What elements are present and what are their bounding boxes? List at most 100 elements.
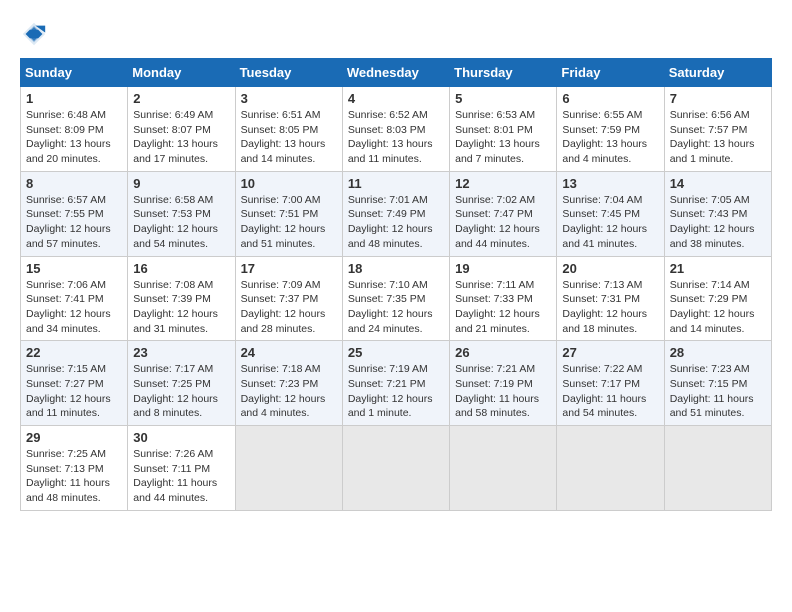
day-number: 29 [26, 430, 122, 445]
calendar-header-row: SundayMondayTuesdayWednesdayThursdayFrid… [21, 59, 772, 87]
calendar-cell: 20 Sunrise: 7:13 AMSunset: 7:31 PMDayligh… [557, 256, 664, 341]
calendar-week-row: 22 Sunrise: 7:15 AMSunset: 7:27 PMDayligh… [21, 341, 772, 426]
calendar-cell: 18 Sunrise: 7:10 AMSunset: 7:35 PMDayligh… [342, 256, 449, 341]
day-number: 15 [26, 261, 122, 276]
calendar-cell [235, 426, 342, 511]
day-info: Sunrise: 7:00 AMSunset: 7:51 PMDaylight:… [241, 193, 337, 252]
day-number: 7 [670, 91, 766, 106]
day-number: 26 [455, 345, 551, 360]
day-number: 12 [455, 176, 551, 191]
calendar-cell [450, 426, 557, 511]
calendar-cell: 16 Sunrise: 7:08 AMSunset: 7:39 PMDayligh… [128, 256, 235, 341]
day-info: Sunrise: 7:15 AMSunset: 7:27 PMDaylight:… [26, 362, 122, 421]
day-info: Sunrise: 7:10 AMSunset: 7:35 PMDaylight:… [348, 278, 444, 337]
day-number: 22 [26, 345, 122, 360]
day-info: Sunrise: 6:57 AMSunset: 7:55 PMDaylight:… [26, 193, 122, 252]
day-number: 17 [241, 261, 337, 276]
logo [20, 20, 52, 48]
day-info: Sunrise: 7:01 AMSunset: 7:49 PMDaylight:… [348, 193, 444, 252]
calendar-cell: 7 Sunrise: 6:56 AMSunset: 7:57 PMDaylight… [664, 87, 771, 172]
day-info: Sunrise: 7:04 AMSunset: 7:45 PMDaylight:… [562, 193, 658, 252]
calendar-cell: 22 Sunrise: 7:15 AMSunset: 7:27 PMDayligh… [21, 341, 128, 426]
calendar-header-tuesday: Tuesday [235, 59, 342, 87]
day-number: 21 [670, 261, 766, 276]
day-number: 25 [348, 345, 444, 360]
calendar-cell: 27Sunrise: 7:22 AMSunset: 7:17 PMDayligh… [557, 341, 664, 426]
calendar-cell: 1 Sunrise: 6:48 AMSunset: 8:09 PMDaylight… [21, 87, 128, 172]
day-number: 18 [348, 261, 444, 276]
day-number: 11 [348, 176, 444, 191]
calendar-cell [557, 426, 664, 511]
calendar-cell: 9Sunrise: 6:58 AMSunset: 7:53 PMDaylight… [128, 171, 235, 256]
calendar-cell: 24 Sunrise: 7:18 AMSunset: 7:23 PMDayligh… [235, 341, 342, 426]
calendar-week-row: 8 Sunrise: 6:57 AMSunset: 7:55 PMDaylight… [21, 171, 772, 256]
day-info: Sunrise: 6:51 AMSunset: 8:05 PMDaylight:… [241, 108, 337, 167]
day-number: 3 [241, 91, 337, 106]
calendar-header-monday: Monday [128, 59, 235, 87]
day-info: Sunrise: 7:19 AMSunset: 7:21 PMDaylight:… [348, 362, 444, 421]
calendar-cell: 14 Sunrise: 7:05 AMSunset: 7:43 PMDayligh… [664, 171, 771, 256]
day-number: 23 [133, 345, 229, 360]
calendar-cell: 29 Sunrise: 7:25 AMSunset: 7:13 PMDayligh… [21, 426, 128, 511]
calendar-header-thursday: Thursday [450, 59, 557, 87]
day-info: Sunrise: 7:11 AMSunset: 7:33 PMDaylight:… [455, 278, 551, 337]
day-info: Sunrise: 7:14 AMSunset: 7:29 PMDaylight:… [670, 278, 766, 337]
calendar-week-row: 29 Sunrise: 7:25 AMSunset: 7:13 PMDayligh… [21, 426, 772, 511]
day-info: Sunrise: 6:48 AMSunset: 8:09 PMDaylight:… [26, 108, 122, 167]
calendar-cell: 28 Sunrise: 7:23 AMSunset: 7:15 PMDayligh… [664, 341, 771, 426]
calendar-cell [342, 426, 449, 511]
calendar-week-row: 1 Sunrise: 6:48 AMSunset: 8:09 PMDaylight… [21, 87, 772, 172]
day-info: Sunrise: 6:49 AMSunset: 8:07 PMDaylight:… [133, 108, 229, 167]
calendar-cell: 12 Sunrise: 7:02 AMSunset: 7:47 PMDayligh… [450, 171, 557, 256]
day-info: Sunrise: 6:58 AMSunset: 7:53 PMDaylight:… [133, 193, 229, 252]
day-info: Sunrise: 6:55 AMSunset: 7:59 PMDaylight:… [562, 108, 658, 167]
calendar-cell [664, 426, 771, 511]
calendar-cell: 25 Sunrise: 7:19 AMSunset: 7:21 PMDayligh… [342, 341, 449, 426]
day-info: Sunrise: 7:23 AMSunset: 7:15 PMDaylight:… [670, 362, 766, 421]
calendar-cell: 26Sunrise: 7:21 AMSunset: 7:19 PMDayligh… [450, 341, 557, 426]
day-number: 19 [455, 261, 551, 276]
calendar-cell: 10 Sunrise: 7:00 AMSunset: 7:51 PMDayligh… [235, 171, 342, 256]
day-number: 28 [670, 345, 766, 360]
calendar-cell: 17 Sunrise: 7:09 AMSunset: 7:37 PMDayligh… [235, 256, 342, 341]
day-number: 5 [455, 91, 551, 106]
calendar-cell: 19 Sunrise: 7:11 AMSunset: 7:33 PMDayligh… [450, 256, 557, 341]
calendar-cell: 5Sunrise: 6:53 AMSunset: 8:01 PMDaylight… [450, 87, 557, 172]
day-number: 24 [241, 345, 337, 360]
calendar-header-wednesday: Wednesday [342, 59, 449, 87]
calendar-table: SundayMondayTuesdayWednesdayThursdayFrid… [20, 58, 772, 511]
calendar-cell: 21 Sunrise: 7:14 AMSunset: 7:29 PMDayligh… [664, 256, 771, 341]
calendar-cell: 30 Sunrise: 7:26 AMSunset: 7:11 PMDayligh… [128, 426, 235, 511]
day-info: Sunrise: 7:02 AMSunset: 7:47 PMDaylight:… [455, 193, 551, 252]
day-number: 13 [562, 176, 658, 191]
calendar-cell: 6Sunrise: 6:55 AMSunset: 7:59 PMDaylight… [557, 87, 664, 172]
day-number: 16 [133, 261, 229, 276]
day-number: 14 [670, 176, 766, 191]
calendar-cell: 23 Sunrise: 7:17 AMSunset: 7:25 PMDayligh… [128, 341, 235, 426]
day-number: 2 [133, 91, 229, 106]
day-info: Sunrise: 7:25 AMSunset: 7:13 PMDaylight:… [26, 447, 122, 506]
page-header [20, 20, 772, 48]
calendar-cell: 4Sunrise: 6:52 AMSunset: 8:03 PMDaylight… [342, 87, 449, 172]
day-info: Sunrise: 7:05 AMSunset: 7:43 PMDaylight:… [670, 193, 766, 252]
calendar-cell: 11 Sunrise: 7:01 AMSunset: 7:49 PMDayligh… [342, 171, 449, 256]
day-number: 20 [562, 261, 658, 276]
day-info: Sunrise: 7:08 AMSunset: 7:39 PMDaylight:… [133, 278, 229, 337]
day-info: Sunrise: 7:17 AMSunset: 7:25 PMDaylight:… [133, 362, 229, 421]
day-info: Sunrise: 7:26 AMSunset: 7:11 PMDaylight:… [133, 447, 229, 506]
day-info: Sunrise: 7:09 AMSunset: 7:37 PMDaylight:… [241, 278, 337, 337]
day-info: Sunrise: 7:18 AMSunset: 7:23 PMDaylight:… [241, 362, 337, 421]
calendar-cell: 2 Sunrise: 6:49 AMSunset: 8:07 PMDaylight… [128, 87, 235, 172]
day-number: 10 [241, 176, 337, 191]
calendar-header-sunday: Sunday [21, 59, 128, 87]
calendar-cell: 8 Sunrise: 6:57 AMSunset: 7:55 PMDaylight… [21, 171, 128, 256]
day-number: 8 [26, 176, 122, 191]
calendar-cell: 13 Sunrise: 7:04 AMSunset: 7:45 PMDayligh… [557, 171, 664, 256]
calendar-cell: 3 Sunrise: 6:51 AMSunset: 8:05 PMDaylight… [235, 87, 342, 172]
day-info: Sunrise: 7:13 AMSunset: 7:31 PMDaylight:… [562, 278, 658, 337]
day-number: 30 [133, 430, 229, 445]
day-number: 27 [562, 345, 658, 360]
day-number: 1 [26, 91, 122, 106]
day-info: Sunrise: 6:56 AMSunset: 7:57 PMDaylight:… [670, 108, 766, 167]
day-info: Sunrise: 7:06 AMSunset: 7:41 PMDaylight:… [26, 278, 122, 337]
